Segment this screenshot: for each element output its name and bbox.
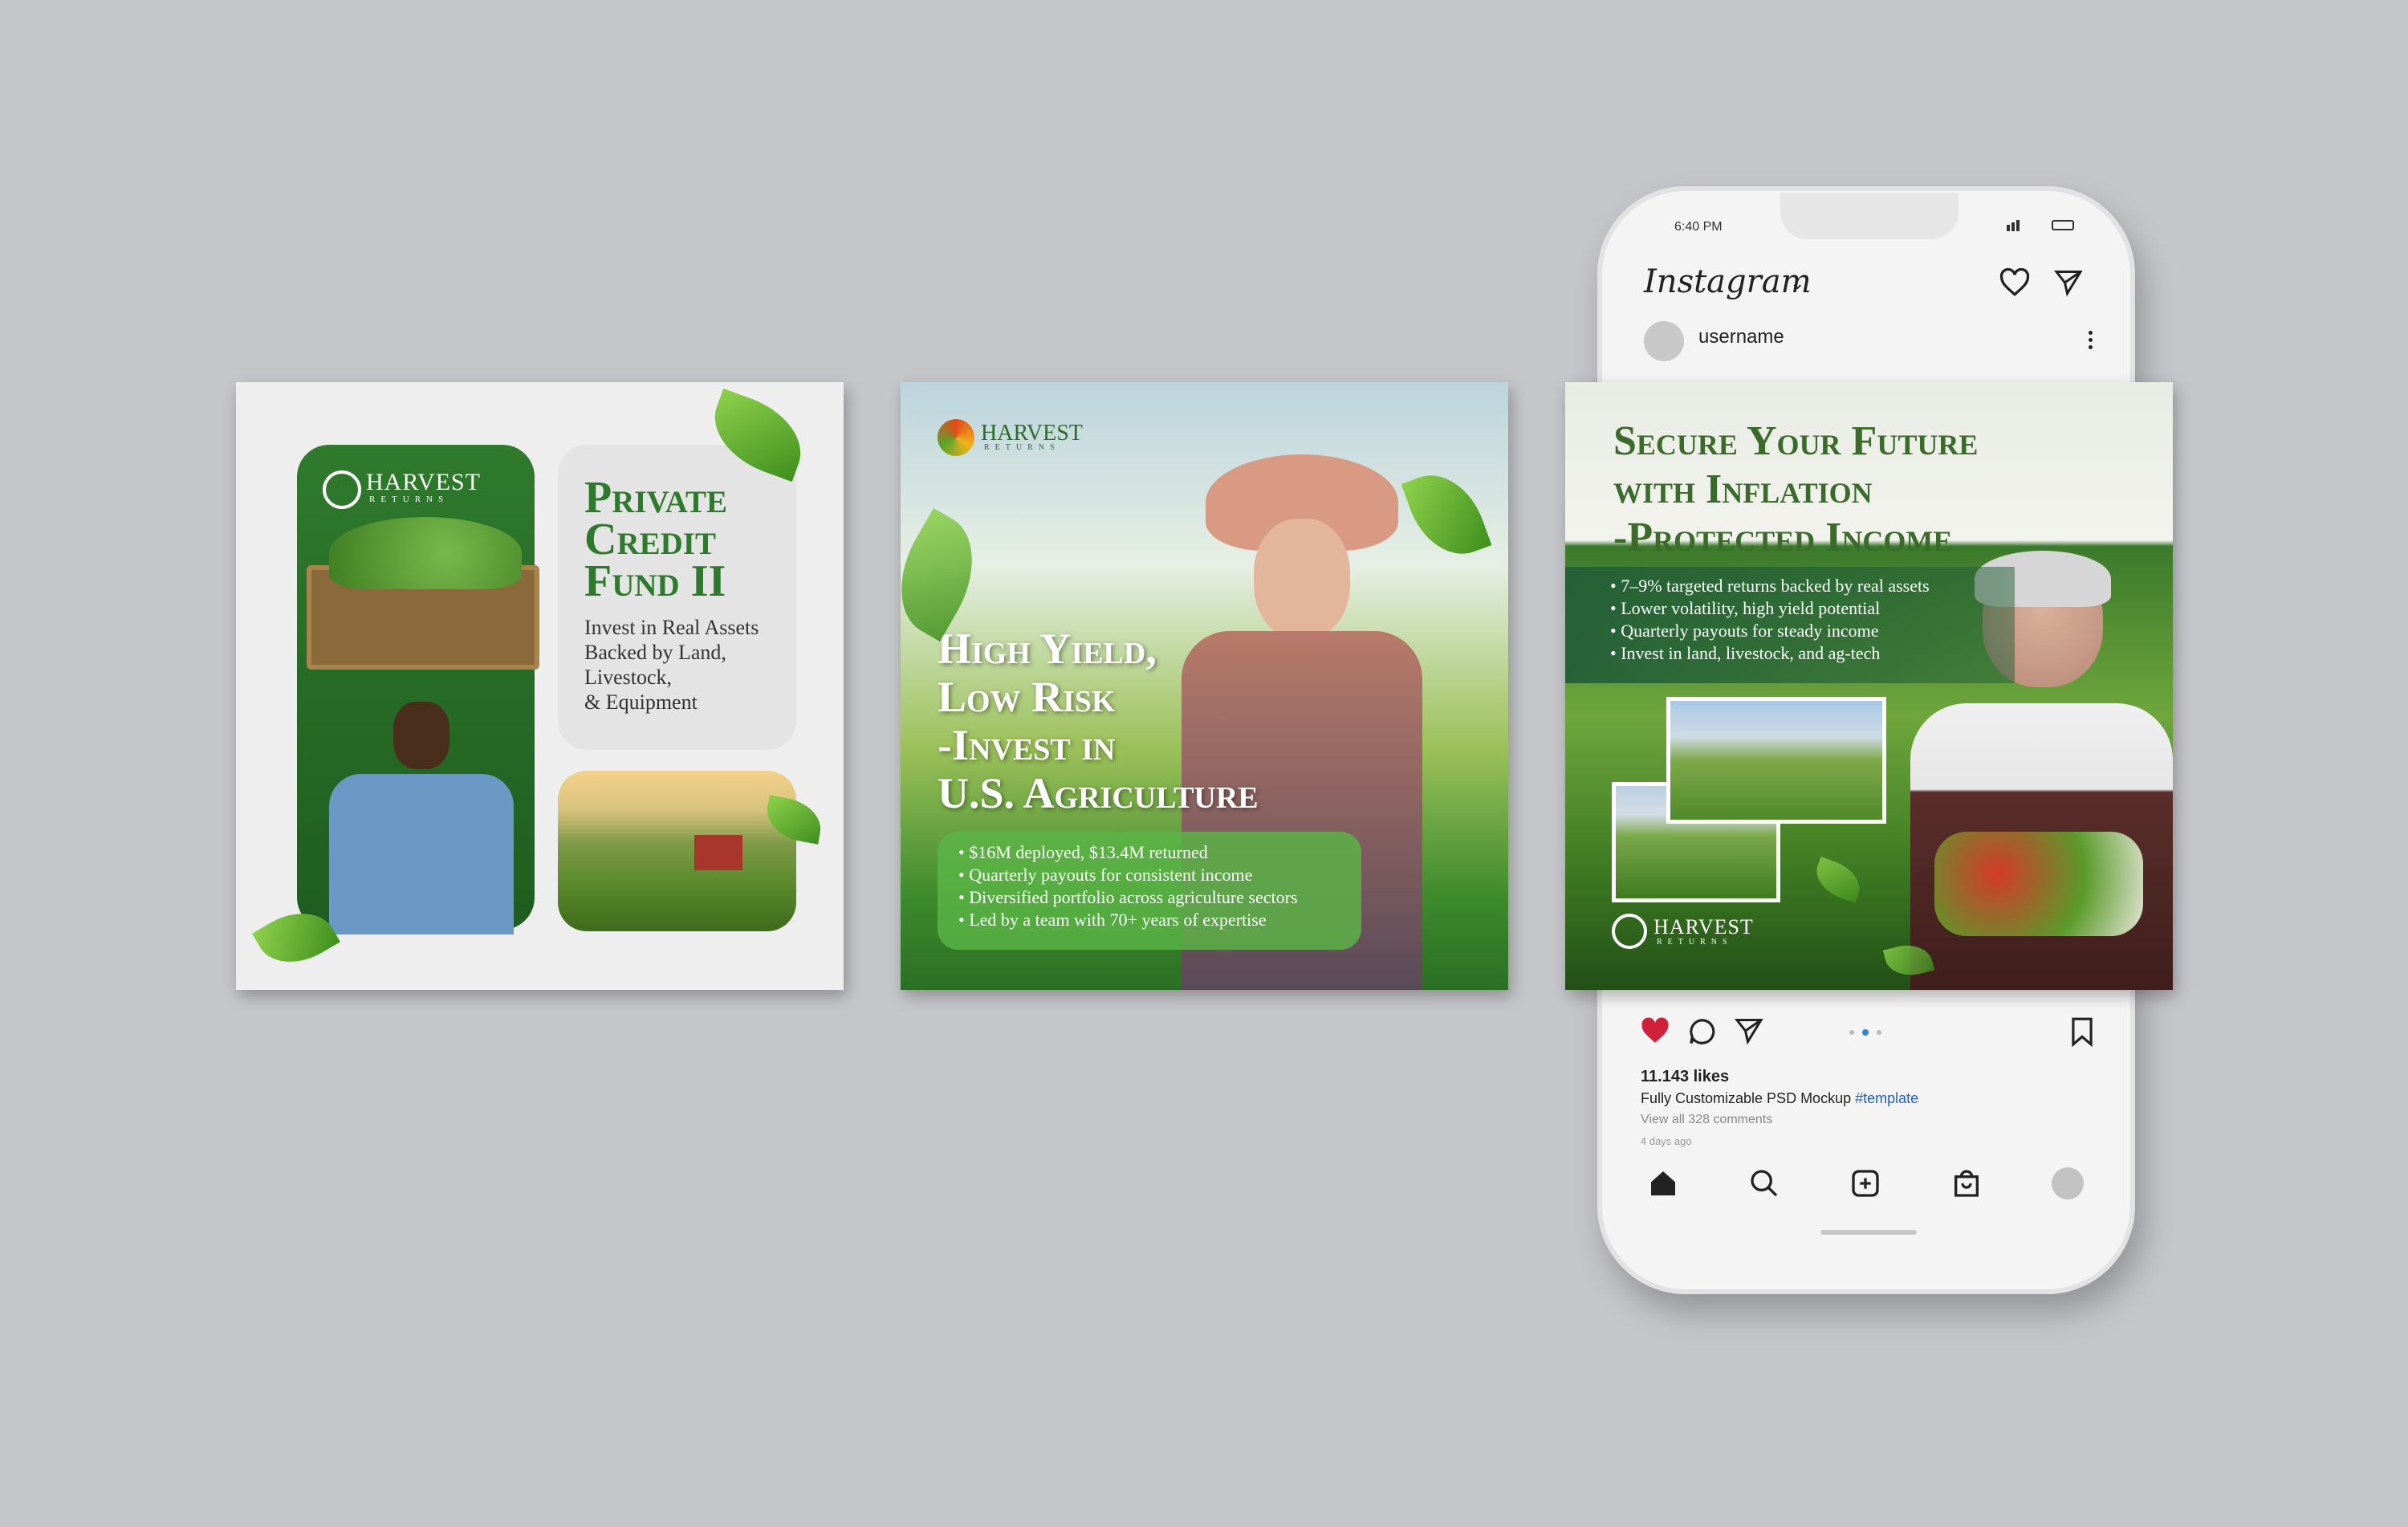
caption-text: Fully Customizable PSD Mockup bbox=[1641, 1090, 1852, 1106]
bookmark-icon[interactable] bbox=[2069, 1016, 2095, 1047]
logo-name: HARVEST bbox=[1653, 915, 1754, 939]
card-title: High Yield, Low Risk -Invest in U.S. Agr… bbox=[938, 625, 1283, 817]
bullet-item: $16M deployed, $13.4M returned bbox=[958, 841, 1298, 864]
title-line: Private bbox=[584, 473, 727, 523]
title-line: -Invest in bbox=[938, 721, 1116, 769]
bullet-item: 7–9% targeted returns backed by real ass… bbox=[1610, 575, 1929, 597]
title-line: High Yield, bbox=[938, 625, 1157, 673]
comment-icon[interactable] bbox=[1687, 1016, 1718, 1047]
title-line: Credit bbox=[584, 515, 716, 564]
send-icon[interactable] bbox=[2053, 268, 2084, 297]
harvest-logo-icon bbox=[1612, 914, 1647, 949]
post-caption: Fully Customizable PSD Mockup #template bbox=[1641, 1090, 1918, 1107]
hashtag-link[interactable]: #template bbox=[1855, 1090, 1918, 1106]
phone-notch bbox=[1780, 193, 1959, 239]
status-icons bbox=[2007, 220, 2079, 233]
subtitle-line: & Equipment bbox=[584, 690, 698, 714]
bullet-item: Lower volatility, high yield potential bbox=[1610, 597, 1930, 620]
instagram-logo[interactable]: Instagram bbox=[1644, 263, 1812, 300]
card-title: Private Credit Fund II bbox=[584, 473, 793, 606]
post-username[interactable]: username bbox=[1698, 326, 1784, 348]
title-line: with Inflation bbox=[1613, 466, 1873, 512]
bullet-item: Quarterly payouts for consistent income bbox=[958, 864, 1298, 886]
logo-tagline: RETURNS bbox=[369, 495, 449, 504]
post-card-private-credit: HARVEST RETURNS Private Credit Fund II I… bbox=[236, 382, 844, 990]
logo-name: HARVEST bbox=[366, 469, 481, 495]
post-timestamp: 4 days ago bbox=[1641, 1135, 1692, 1147]
home-indicator[interactable] bbox=[1820, 1230, 1917, 1235]
card-subtitle: Invest in Real Assets Backed by Land, Li… bbox=[584, 615, 785, 715]
title-line: Secure Your Future bbox=[1613, 418, 1979, 464]
title-line: Low Risk bbox=[938, 673, 1116, 721]
bullet-list: $16M deployed, $13.4M returned Quarterly… bbox=[958, 841, 1298, 931]
title-line: Fund II bbox=[584, 556, 726, 606]
subtitle-line: Invest in Real Assets bbox=[584, 616, 759, 639]
send-icon[interactable] bbox=[1734, 1016, 1764, 1045]
harvest-logo-icon bbox=[938, 419, 974, 456]
harvest-logo-icon bbox=[323, 470, 361, 509]
add-icon[interactable] bbox=[1849, 1167, 1881, 1199]
farmer-photo bbox=[307, 517, 539, 935]
heart-icon[interactable] bbox=[1639, 1016, 1671, 1045]
bullet-list: 7–9% targeted returns backed by real ass… bbox=[1610, 575, 1930, 665]
green-panel bbox=[297, 445, 539, 935]
rolling-fields-photo bbox=[1666, 697, 1886, 824]
carousel-dots bbox=[1849, 1029, 1886, 1036]
subtitle-line: Livestock, bbox=[584, 666, 673, 689]
post-card-secure-future: Secure Your Future with Inflation -Prote… bbox=[1565, 382, 2173, 990]
subtitle-line: Backed by Land, bbox=[584, 641, 726, 664]
likes-count: 11.143 likes bbox=[1641, 1068, 1730, 1085]
profile-avatar[interactable] bbox=[2052, 1167, 2084, 1199]
bullet-item: Led by a team with 70+ years of expertis… bbox=[958, 909, 1298, 931]
title-line: -Protected Income bbox=[1613, 515, 1953, 560]
post-card-high-yield: HARVEST RETURNS High Yield, Low Risk -In… bbox=[901, 382, 1508, 990]
bullet-item: Diversified portfolio across agriculture… bbox=[958, 886, 1297, 909]
farmland-photo bbox=[558, 771, 796, 931]
status-time: 6:40 PM bbox=[1674, 220, 1723, 234]
avatar[interactable] bbox=[1644, 321, 1684, 361]
title-line: U.S. Agriculture bbox=[938, 769, 1259, 817]
search-icon[interactable] bbox=[1748, 1167, 1780, 1199]
bullet-item: Quarterly payouts for steady income bbox=[1610, 620, 1930, 642]
bullet-item: Invest in land, livestock, and ag-tech bbox=[1610, 642, 1930, 665]
leaf-decoration bbox=[901, 507, 996, 642]
logo-tagline: RETURNS bbox=[1657, 938, 1733, 947]
shop-icon[interactable] bbox=[1950, 1167, 1983, 1199]
chevron-down-icon[interactable]: ⌄ bbox=[1790, 273, 1804, 294]
more-icon[interactable] bbox=[2089, 331, 2093, 349]
logo-tagline: RETURNS bbox=[984, 443, 1060, 452]
leaf-decoration bbox=[1809, 856, 1867, 904]
heart-icon[interactable] bbox=[1999, 268, 2031, 297]
home-icon[interactable] bbox=[1647, 1167, 1679, 1199]
view-comments-link[interactable]: View all 328 comments bbox=[1641, 1113, 1772, 1127]
card-title: Secure Your Future with Inflation -Prote… bbox=[1613, 417, 2159, 562]
